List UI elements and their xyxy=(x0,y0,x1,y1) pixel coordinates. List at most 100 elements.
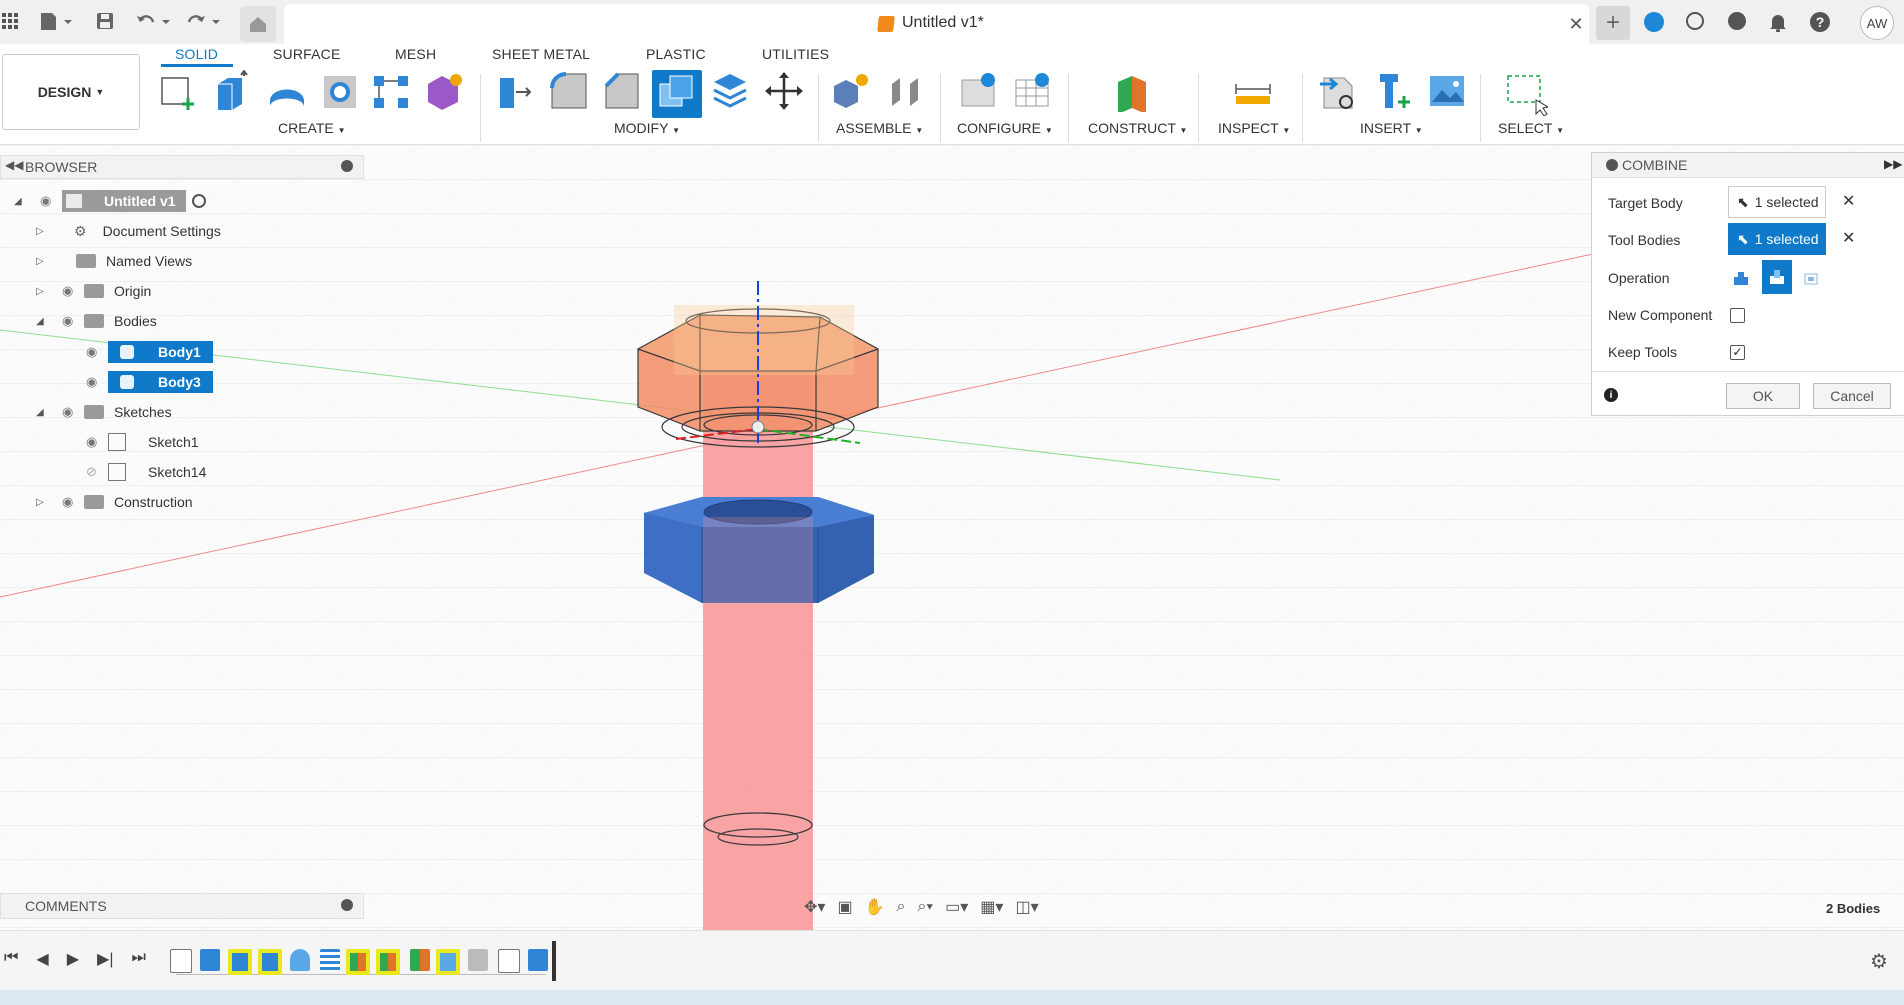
tab-solid[interactable]: SOLID xyxy=(175,46,218,62)
browser-options-icon[interactable] xyxy=(341,160,353,172)
insert-canvas-icon[interactable] xyxy=(1426,70,1466,112)
extensions-icon[interactable] xyxy=(1644,12,1664,32)
target-body-selector[interactable]: ⬉ 1 selected xyxy=(1728,186,1826,218)
undo-icon[interactable] xyxy=(134,9,174,33)
file-menu-icon[interactable] xyxy=(36,8,76,34)
document-tab[interactable]: Untitled v1* ✕ xyxy=(284,4,1589,44)
combine-header[interactable]: COMBINE ▶▶ xyxy=(1592,153,1904,178)
visibility-eye-icon[interactable]: ◉ xyxy=(40,193,62,209)
clear-tools-icon[interactable]: ✕ xyxy=(1842,228,1855,248)
redo-icon[interactable] xyxy=(184,9,224,33)
step-forward-icon[interactable]: ▶| xyxy=(97,949,113,969)
save-icon[interactable] xyxy=(94,9,116,33)
tab-plastic[interactable]: PLASTIC xyxy=(646,46,706,62)
look-at-icon[interactable]: ▣ xyxy=(837,897,852,917)
job-status-icon[interactable] xyxy=(1728,12,1746,30)
expand-triangle-icon[interactable]: ◢ xyxy=(14,196,28,207)
group-configure[interactable]: CONFIGURE ▼ xyxy=(957,120,1053,136)
browser-item-body1[interactable]: ◉ Body1 xyxy=(86,340,213,364)
browser-header[interactable]: ◀◀ BROWSER xyxy=(0,155,364,179)
expand-triangle-icon[interactable]: ▷ xyxy=(36,497,50,508)
browser-item-sketch1[interactable]: ◉ Sketch1 xyxy=(86,430,199,454)
grid-settings-icon[interactable]: ▦▾ xyxy=(980,897,1003,917)
press-pull-icon[interactable] xyxy=(494,70,534,112)
activate-radio-icon[interactable] xyxy=(191,194,206,208)
operation-join-icon[interactable] xyxy=(1728,263,1754,293)
collapse-browser-icon[interactable]: ◀◀ xyxy=(5,158,23,172)
visibility-eye-icon[interactable]: ◉ xyxy=(62,494,84,510)
close-tab-icon[interactable]: ✕ xyxy=(1566,14,1586,34)
timeline-sketch-feature[interactable] xyxy=(498,949,520,973)
timeline-highlighted-feature[interactable] xyxy=(436,949,460,975)
zoom-icon[interactable]: ⌕ xyxy=(896,898,905,916)
new-component-checkbox[interactable] xyxy=(1730,308,1745,323)
group-assemble[interactable]: ASSEMBLE ▼ xyxy=(836,120,923,136)
help-icon[interactable]: ? xyxy=(1810,12,1830,32)
chamfer-icon[interactable] xyxy=(602,70,642,112)
app-grid-icon[interactable] xyxy=(0,8,20,34)
go-to-end-icon[interactable]: ⏭ xyxy=(132,949,146,969)
timeline-highlighted-feature[interactable] xyxy=(376,949,400,975)
tab-sheet-metal[interactable]: SHEET METAL xyxy=(492,46,590,62)
operation-cut-icon[interactable] xyxy=(1762,260,1792,294)
group-modify[interactable]: MODIFY ▼ xyxy=(614,120,680,136)
timeline-highlighted-feature[interactable] xyxy=(346,949,370,975)
measure-icon[interactable] xyxy=(1232,70,1272,112)
viewports-icon[interactable]: ◫▾ xyxy=(1015,897,1038,917)
step-back-icon[interactable]: ◀ xyxy=(36,949,48,969)
user-avatar[interactable]: AW xyxy=(1860,6,1894,40)
configure-table-icon[interactable] xyxy=(1012,70,1052,112)
visibility-eye-icon[interactable]: ◉ xyxy=(62,404,84,420)
timeline-extrude-feature[interactable] xyxy=(200,949,220,971)
hole-icon[interactable] xyxy=(320,70,360,112)
timeline-settings-gear-icon[interactable]: ⚙ xyxy=(1870,949,1888,974)
info-icon[interactable]: i xyxy=(1604,388,1618,402)
pattern-icon[interactable] xyxy=(372,70,412,112)
revolve-icon[interactable] xyxy=(266,70,306,112)
visibility-eye-icon[interactable]: ◉ xyxy=(86,374,108,390)
group-construct[interactable]: CONSTRUCT ▼ xyxy=(1088,120,1187,136)
timeline-joint-feature[interactable] xyxy=(468,949,488,971)
browser-item-bodies[interactable]: ◢ ◉ Bodies xyxy=(36,309,157,333)
hidden-eye-icon[interactable]: ⊘ xyxy=(86,464,108,480)
workspace-switcher[interactable]: DESIGN ▼ xyxy=(2,54,140,130)
visibility-eye-icon[interactable]: ◉ xyxy=(62,283,84,299)
timeline-marker[interactable] xyxy=(552,941,556,981)
tab-mesh[interactable]: MESH xyxy=(395,46,436,62)
tool-bodies-selector[interactable]: ⬉ 1 selected xyxy=(1728,223,1826,255)
browser-root-node[interactable]: Untitled v1 xyxy=(62,190,186,212)
combine-tool-active[interactable] xyxy=(652,70,702,118)
body1-selected[interactable]: Body1 xyxy=(108,341,213,363)
online-status-icon[interactable] xyxy=(1686,12,1704,30)
timeline-sketch-feature[interactable] xyxy=(170,949,192,973)
operation-intersect-icon[interactable] xyxy=(1798,263,1824,293)
timeline-highlighted-feature[interactable] xyxy=(258,949,282,975)
pan-hand-icon[interactable]: ✋ xyxy=(865,897,885,917)
browser-root-row[interactable]: ◢ ◉ Untitled v1 xyxy=(14,189,206,213)
create-sketch-icon[interactable] xyxy=(158,70,198,112)
browser-item-construction[interactable]: ▷ ◉ Construction xyxy=(36,490,193,514)
tab-surface[interactable]: SURFACE xyxy=(273,46,341,62)
browser-item-origin[interactable]: ▷ ◉ Origin xyxy=(36,279,151,303)
new-tab-plus-icon[interactable]: + xyxy=(1596,6,1630,40)
browser-item-named-views[interactable]: ▷ Named Views xyxy=(36,249,192,273)
display-settings-icon[interactable]: ▭▾ xyxy=(945,897,968,917)
timeline-plane-feature[interactable] xyxy=(410,949,430,971)
browser-item-sketch14[interactable]: ⊘ Sketch14 xyxy=(86,460,206,484)
select-window-icon[interactable] xyxy=(1506,70,1550,117)
insert-derive-icon[interactable] xyxy=(1318,70,1358,112)
move-copy-icon[interactable] xyxy=(764,70,804,112)
group-create[interactable]: CREATE ▼ xyxy=(278,120,346,136)
timeline-highlighted-feature[interactable] xyxy=(228,949,252,975)
expand-triangle-icon[interactable]: ▷ xyxy=(36,286,50,297)
timeline-revolve-feature[interactable] xyxy=(290,949,310,971)
browser-item-document-settings[interactable]: ▷ ⚙ Document Settings xyxy=(36,219,221,243)
play-icon[interactable]: ▶ xyxy=(67,949,79,969)
fit-zoom-icon[interactable]: ⌕▾ xyxy=(917,898,933,916)
clear-target-icon[interactable]: ✕ xyxy=(1842,191,1855,211)
collapse-dialog-icon[interactable] xyxy=(1606,159,1618,171)
new-component-icon[interactable] xyxy=(830,70,870,112)
group-insert[interactable]: INSERT ▼ xyxy=(1360,120,1423,136)
extrude-icon[interactable] xyxy=(212,69,252,112)
joint-icon[interactable] xyxy=(884,70,924,112)
